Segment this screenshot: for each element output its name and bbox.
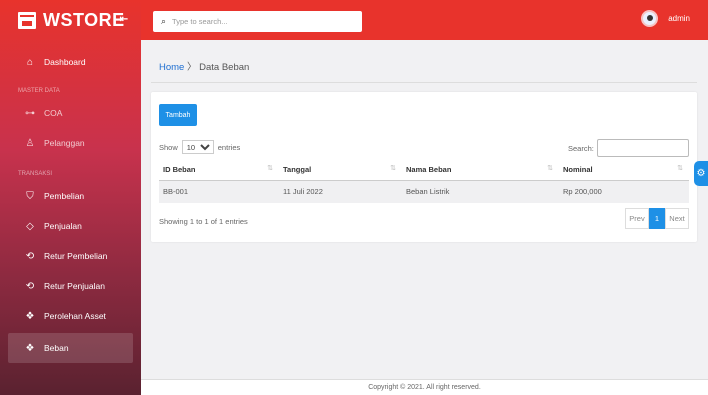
key-icon: ⊶ (25, 107, 35, 119)
sidebar-item-retur-penjualan[interactable]: ⟲ Retur Penjualan (0, 271, 141, 301)
data-table: ID Beban ⇅ Tanggal ⇅ Nama Beban ⇅ Nominal ⇅ … (159, 159, 689, 203)
search-placeholder: Type to search... (172, 17, 228, 26)
return-icon: ⟲ (25, 280, 35, 292)
return-icon: ⟲ (25, 250, 35, 262)
table-cell: 11 Juli 2022 (279, 180, 402, 203)
sidebar-item-label: Beban (44, 343, 69, 353)
sort-icon: ⇅ (390, 165, 396, 172)
column-label: Nominal (563, 164, 593, 174)
sidebar-item-label: Perolehan Asset (44, 311, 106, 321)
sort-icon: ⇅ (677, 165, 683, 172)
sidebar-item-label: Dashboard (44, 57, 86, 67)
sidebar-item-retur-pembelian[interactable]: ⟲ Retur Pembelian (0, 241, 141, 271)
sidebar-section-master-data: MASTER DATA (18, 88, 60, 94)
sidebar-item-pelanggan[interactable]: ♙ Pelanggan (0, 128, 141, 158)
next-button[interactable]: Next (665, 208, 689, 229)
table-header-row: ID Beban ⇅ Tanggal ⇅ Nama Beban ⇅ Nominal ⇅ (159, 159, 689, 181)
divider (151, 82, 697, 83)
avatar (641, 10, 659, 27)
column-header[interactable]: Nama Beban ⇅ (402, 159, 559, 181)
tag-icon: ◇ (26, 220, 34, 232)
column-header[interactable]: Tanggal ⇅ (279, 159, 402, 181)
sidebar-item-pembelian[interactable]: ⛉ Pembelian (0, 181, 141, 211)
prev-button[interactable]: Prev (625, 208, 649, 229)
brand-name: WSTORE (43, 9, 125, 30)
sidebar-item-label: COA (44, 108, 63, 118)
user-menu[interactable]: admin (641, 10, 690, 27)
table-row: BB-001 11 Juli 2022 Beban Listrik Rp 200… (159, 180, 689, 203)
sidebar: WSTORE ⇤ ⌂ Dashboard MASTER DATA ⊶ COA ♙… (0, 0, 141, 395)
breadcrumb-current: Data Beban (199, 62, 250, 73)
table-cell: BB-001 (159, 180, 279, 203)
page-size-select[interactable]: 10 (181, 140, 214, 154)
gear-icon[interactable]: ⚙ (694, 161, 708, 186)
breadcrumb-home[interactable]: Home (159, 62, 184, 73)
search-label: Search: (568, 143, 594, 153)
table-cell: Beban Listrik (402, 180, 559, 203)
sidebar-item-label: Pelanggan (44, 138, 85, 148)
column-label: Nama Beban (406, 164, 452, 174)
sidebar-item-penjualan[interactable]: ◇ Penjualan (0, 211, 141, 241)
column-header[interactable]: Nominal ⇅ (559, 159, 689, 181)
breadcrumb-separator: 〉 (186, 62, 197, 73)
column-label: Tanggal (283, 164, 312, 174)
brand[interactable]: WSTORE ⇤ (0, 0, 141, 40)
show-label: Show (159, 142, 178, 152)
breadcrumb: Home 〉 Data Beban (159, 59, 249, 73)
entries-label: entries (217, 142, 241, 152)
sidebar-item-label: Pembelian (44, 191, 85, 201)
column-header[interactable]: ID Beban ⇅ (159, 159, 279, 181)
search-icon: ⌕ (161, 16, 167, 26)
sidebar-item-beban[interactable]: ❖ Beban (8, 333, 133, 363)
column-label: ID Beban (163, 164, 196, 174)
sidebar-item-label: Retur Penjualan (44, 281, 105, 291)
sort-icon: ⇅ (547, 165, 553, 172)
sidebar-item-perolehan-asset[interactable]: ❖ Perolehan Asset (0, 301, 141, 331)
sort-icon: ⇅ (267, 165, 273, 172)
sidebar-item-label: Penjualan (44, 221, 82, 231)
sidebar-item-dashboard[interactable]: ⌂ Dashboard (0, 47, 141, 77)
layers-icon: ❖ (25, 310, 35, 322)
table-cell: Rp 200,000 (559, 180, 689, 203)
page-size-control: Show 10 entries (159, 140, 240, 154)
layers-icon: ❖ (25, 342, 35, 354)
cart-icon: ⛉ (26, 190, 34, 202)
page-button[interactable]: 1 (649, 208, 665, 229)
topbar: ⌕ Type to search... admin (141, 0, 708, 40)
user-add-icon: ♙ (25, 137, 35, 149)
sidebar-item-label: Retur Pembelian (44, 251, 108, 261)
add-button[interactable]: Tambah (159, 104, 197, 126)
data-card: Tambah Show 10 entries Search: ID Beban ⇅… (151, 92, 697, 242)
sidebar-section-transaksi: TRANSAKSI (18, 171, 53, 177)
user-name: admin (668, 14, 690, 23)
home-icon: ⌂ (26, 56, 34, 68)
table-info: Showing 1 to 1 of 1 entries (159, 217, 248, 226)
sidebar-item-coa[interactable]: ⊶ COA (0, 98, 141, 128)
table-search: Search: (568, 139, 689, 157)
pagination: Prev 1 Next (625, 208, 689, 229)
store-icon (18, 11, 36, 29)
footer: Copyright © 2021. All right reserved. (141, 379, 708, 395)
collapse-icon[interactable]: ⇤ (120, 14, 128, 25)
table-search-input[interactable] (596, 139, 689, 157)
search-input[interactable]: ⌕ Type to search... (153, 11, 362, 32)
